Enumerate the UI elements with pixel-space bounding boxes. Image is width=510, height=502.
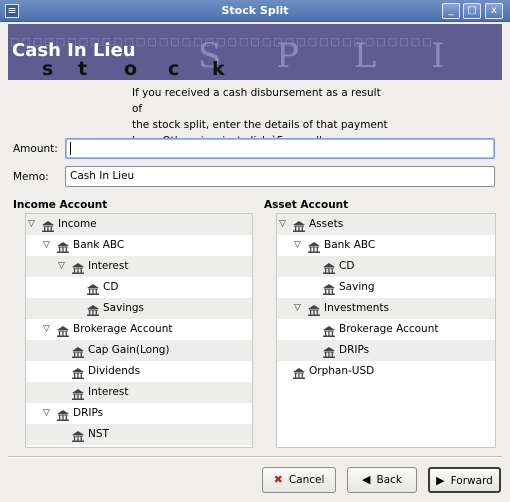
tree-row[interactable]: NST [26, 424, 252, 445]
title-bar: ≡ Stock Split _ □ x [0, 0, 510, 22]
bank-icon [72, 261, 84, 274]
tree-row[interactable]: ▽ Income [26, 214, 252, 235]
minimize-button[interactable]: _ [442, 3, 460, 19]
bank-icon [72, 429, 84, 442]
tree-row-label: Saving [339, 281, 375, 293]
expander-icon[interactable]: ▽ [279, 214, 286, 235]
tree-row[interactable]: Cap Gain(Long) [26, 340, 252, 361]
tree-row-label: Investments [324, 302, 389, 314]
back-button[interactable]: ◀ Back [347, 467, 417, 493]
tree-row[interactable]: ▽ Bank ABC [277, 235, 495, 256]
tree-row[interactable]: Saving [277, 277, 495, 298]
tree-row-label: Interest [88, 260, 129, 272]
tree-row[interactable]: ▽ Bank ABC [26, 235, 252, 256]
back-arrow-icon: ◀ [362, 473, 371, 486]
tree-row-label: Assets [309, 218, 344, 230]
tree-row-label: NST [88, 428, 109, 440]
page-title: Cash In Lieu [12, 40, 136, 61]
tree-row[interactable]: ▽ Interest [26, 256, 252, 277]
bank-icon [323, 282, 335, 295]
tree-row[interactable]: Savings [26, 298, 252, 319]
expander-icon[interactable]: ▽ [43, 235, 50, 256]
tree-row[interactable]: CD [277, 256, 495, 277]
maximize-button[interactable]: □ [463, 3, 481, 19]
bank-icon [57, 408, 69, 421]
tree-row-label: Savings [103, 302, 145, 314]
bank-icon [293, 219, 305, 232]
bank-icon [42, 219, 54, 232]
tree-row[interactable]: Orphan-USD [277, 361, 495, 382]
expander-icon[interactable]: ▽ [28, 214, 35, 235]
income-account-label: Income Account [13, 199, 108, 211]
bank-icon [323, 261, 335, 274]
tree-row[interactable]: ▽ DRIPs [26, 403, 252, 424]
bank-icon [308, 303, 320, 316]
separator [8, 456, 502, 458]
tree-row[interactable]: Interest [26, 382, 252, 403]
tree-row-label: Bank ABC [324, 239, 376, 251]
tree-row[interactable]: Dividends [26, 361, 252, 382]
bank-icon [293, 366, 305, 379]
cancel-icon: ✖ [273, 473, 283, 486]
memo-input[interactable]: Cash In Lieu [65, 166, 495, 187]
tree-row-label: DRIPs [73, 407, 104, 419]
bank-icon [308, 240, 320, 253]
tree-row-label: DRIPs [339, 344, 370, 356]
tree-row-label: Bank ABC [73, 239, 125, 251]
expander-icon[interactable]: ▽ [294, 235, 301, 256]
tree-row[interactable]: DRIPs [277, 340, 495, 361]
tree-row-label: Brokerage Account [339, 323, 439, 335]
forward-button[interactable]: ▶ Forward [428, 467, 501, 493]
bank-icon [72, 366, 84, 379]
amount-input[interactable] [65, 138, 495, 159]
bank-icon [72, 387, 84, 400]
tree-row-label: Cap Gain(Long) [88, 344, 170, 356]
close-button[interactable]: x [485, 3, 503, 19]
bank-icon [72, 345, 84, 358]
cancel-button[interactable]: ✖ Cancel [262, 467, 336, 493]
tree-row[interactable]: ▽ Brokerage Account [26, 319, 252, 340]
bank-icon [87, 282, 99, 295]
tree-row-label: Orphan-USD [309, 365, 375, 377]
memo-label: Memo: [13, 171, 49, 183]
tree-row-label: Interest [88, 386, 129, 398]
expander-icon[interactable]: ▽ [43, 403, 50, 424]
tree-row[interactable]: Brokerage Account [277, 319, 495, 340]
bank-icon [323, 324, 335, 337]
bank-icon [323, 345, 335, 358]
tree-row-label: CD [339, 260, 355, 272]
page-banner: □□□□□□□□□□□□□□□□□□□□□□□□□□□□□□□□□□□□□ S … [8, 24, 502, 80]
banner-watermark: S P L I T [198, 36, 467, 80]
tree-row-label: CD [103, 281, 119, 293]
bank-icon [57, 240, 69, 253]
asset-account-tree[interactable]: ▽ Assets ▽ Bank ABC CD Saving ▽ Investments Brok… [276, 213, 496, 448]
tree-row-label: Dividends [88, 365, 141, 377]
forward-arrow-icon: ▶ [436, 474, 445, 487]
asset-account-label: Asset Account [264, 199, 349, 211]
tree-row[interactable]: ▽ Assets [277, 214, 495, 235]
expander-icon[interactable]: ▽ [43, 319, 50, 340]
expander-icon[interactable]: ▽ [58, 256, 65, 277]
tree-row[interactable]: ▽ Investments [277, 298, 495, 319]
income-account-tree[interactable]: ▽ Income ▽ Bank ABC ▽ Interest CD Savings ▽ Broke… [25, 213, 253, 448]
bank-icon [57, 324, 69, 337]
tree-row-label: Income [58, 218, 97, 230]
window-title: Stock Split [221, 4, 289, 17]
tree-row[interactable]: CD [26, 277, 252, 298]
amount-label: Amount: [13, 143, 58, 155]
expander-icon[interactable]: ▽ [294, 298, 301, 319]
tree-row-label: Brokerage Account [73, 323, 173, 335]
bank-icon [87, 303, 99, 316]
